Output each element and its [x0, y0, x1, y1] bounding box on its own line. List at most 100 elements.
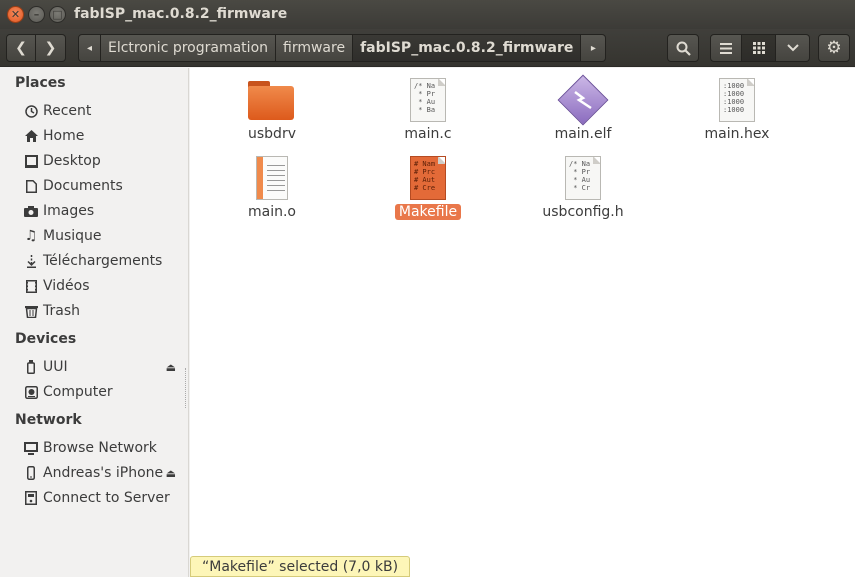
- sidebar-item-home[interactable]: Home: [24, 125, 184, 147]
- forward-button[interactable]: ❯: [36, 34, 66, 62]
- minimize-window-button[interactable]: –: [28, 6, 45, 23]
- back-button[interactable]: ❮: [6, 34, 36, 62]
- sidebar-item-label: Musique: [43, 228, 102, 244]
- file-item-selected[interactable]: # Nam # Prc # Aut # Cre Makefile: [368, 154, 488, 220]
- minimize-icon: –: [33, 8, 40, 21]
- sidebar-item-musique[interactable]: ♫ Musique: [24, 225, 184, 247]
- download-icon: [24, 254, 38, 268]
- devices-header: Devices: [15, 331, 77, 347]
- sidebar-item-label: Home: [43, 128, 85, 144]
- close-window-button[interactable]: ✕: [7, 6, 24, 23]
- sidebar: Places Recent Home Desktop Documents Ima…: [0, 68, 189, 577]
- file-name: Makefile: [394, 204, 462, 220]
- sidebar-item-uui[interactable]: UUI ⏏: [24, 356, 184, 378]
- search-icon: [676, 41, 691, 56]
- harddisk-icon: [24, 385, 38, 399]
- file-preview: :1000 :1000 :1000 :1000: [719, 78, 755, 122]
- document-icon: [24, 179, 38, 193]
- sidebar-item-label: Connect to Server: [43, 490, 170, 506]
- makefile-icon: # Nam # Prc # Aut # Cre: [404, 154, 452, 202]
- file-item[interactable]: /* Na * Pr * Au * Cr usbconfig.h: [523, 154, 643, 220]
- file-name: usbdrv: [248, 126, 296, 142]
- file-item[interactable]: usbdrv: [212, 76, 332, 142]
- window-title: fabISP_mac.0.8.2_firmware: [74, 6, 288, 22]
- folder-icon: [248, 76, 296, 124]
- toolbar: ❮ ❯ ◂ Elctronic programation firmware fa…: [0, 29, 855, 67]
- maximize-window-button[interactable]: □: [49, 6, 66, 23]
- sidebar-item-label: Computer: [43, 384, 113, 400]
- sidebar-item-label: Téléchargements: [43, 253, 163, 269]
- file-item[interactable]: :1000 :1000 :1000 :1000 main.hex: [677, 76, 797, 142]
- settings-button[interactable]: ⚙: [818, 34, 850, 62]
- sidebar-item-browse-network[interactable]: Browse Network: [24, 437, 184, 459]
- file-name: usbconfig.h: [542, 204, 624, 220]
- breadcrumb-item[interactable]: firmware: [276, 34, 354, 62]
- title-bar: ✕ – □ fabISP_mac.0.8.2_firmware: [0, 0, 855, 29]
- file-preview: /* Na * Pr * Au * Ba: [410, 78, 446, 122]
- sidebar-item-label: UUI: [43, 359, 68, 375]
- file-preview: # Nam # Prc # Aut # Cre: [410, 156, 446, 200]
- file-name: main.hex: [704, 126, 770, 142]
- sidebar-item-desktop[interactable]: Desktop: [24, 150, 184, 172]
- file-name: main.c: [404, 126, 452, 142]
- file-item[interactable]: main.o: [212, 154, 332, 220]
- sidebar-item-recent[interactable]: Recent: [24, 100, 184, 122]
- sidebar-item-label: Images: [43, 203, 95, 219]
- sidebar-item-connect-server[interactable]: Connect to Server: [24, 487, 184, 509]
- chevron-right-icon: ❯: [44, 40, 57, 56]
- search-button[interactable]: [667, 34, 699, 62]
- arrow-right-icon: ▸: [590, 42, 596, 54]
- sidebar-item-videos[interactable]: Vidéos: [24, 275, 184, 297]
- c-source-file-icon: /* Na * Pr * Au * Ba: [404, 76, 452, 124]
- phone-icon: [24, 466, 38, 480]
- sidebar-item-trash[interactable]: Trash: [24, 300, 184, 322]
- clock-icon: [24, 104, 38, 118]
- sidebar-resize-handle[interactable]: [185, 368, 188, 408]
- sidebar-item-label: Desktop: [43, 153, 101, 169]
- file-item[interactable]: main.elf: [523, 74, 643, 142]
- sidebar-item-label: Trash: [43, 303, 80, 319]
- usb-drive-icon: [24, 360, 38, 374]
- sidebar-item-label: Documents: [43, 178, 123, 194]
- sidebar-item-images[interactable]: Images: [24, 200, 184, 222]
- c-header-file-icon: /* Na * Pr * Au * Cr: [559, 154, 607, 202]
- object-file-icon: [248, 154, 296, 202]
- sidebar-item-computer[interactable]: Computer: [24, 381, 184, 403]
- file-item[interactable]: /* Na * Pr * Au * Ba main.c: [368, 76, 488, 142]
- file-name: main.o: [248, 204, 296, 220]
- sidebar-item-label: Recent: [43, 103, 92, 119]
- sidebar-item-label: Browse Network: [43, 440, 157, 456]
- arrow-left-icon: ◂: [86, 42, 93, 54]
- camera-icon: [24, 204, 38, 218]
- network-icon: [24, 441, 38, 455]
- sidebar-item-label: Andreas's iPhone: [43, 465, 164, 481]
- status-bar: “Makefile” selected (7,0 kB): [190, 556, 411, 577]
- chevron-left-icon: ❮: [15, 40, 27, 56]
- breadcrumb-item-current[interactable]: fabISP_mac.0.8.2_firmware: [353, 34, 582, 62]
- breadcrumb-item[interactable]: Elctronic programation: [101, 34, 277, 62]
- file-preview: /* Na * Pr * Au * Cr: [565, 156, 601, 200]
- file-name: main.elf: [554, 126, 612, 142]
- trash-icon: [24, 304, 38, 318]
- grid-icon: [752, 42, 765, 54]
- close-icon: ✕: [10, 8, 21, 21]
- breadcrumb-scroll-right[interactable]: ▸: [581, 34, 607, 62]
- list-view-button[interactable]: [710, 34, 742, 62]
- network-header: Network: [15, 412, 82, 428]
- sidebar-item-documents[interactable]: Documents: [24, 175, 184, 197]
- sidebar-item-telechargements[interactable]: Téléchargements: [24, 250, 184, 272]
- home-icon: [24, 129, 38, 143]
- maximize-icon: □: [52, 8, 63, 21]
- text-file-icon: :1000 :1000 :1000 :1000: [713, 76, 761, 124]
- sidebar-item-iphone[interactable]: Andreas's iPhone ⏏: [24, 462, 184, 484]
- view-options-button[interactable]: [776, 34, 810, 62]
- desktop-folder-icon: [24, 154, 38, 168]
- eject-icon[interactable]: ⏏: [166, 361, 176, 374]
- breadcrumb-scroll-left[interactable]: ◂: [78, 34, 101, 62]
- chevron-down-icon: [786, 44, 799, 52]
- icon-view-button[interactable]: [742, 34, 776, 62]
- sidebar-item-label: Vidéos: [43, 278, 90, 294]
- eject-icon[interactable]: ⏏: [166, 467, 176, 480]
- file-view: usbdrv /* Na * Pr * Au * Ba main.c main.…: [190, 68, 855, 577]
- list-icon: [720, 42, 732, 54]
